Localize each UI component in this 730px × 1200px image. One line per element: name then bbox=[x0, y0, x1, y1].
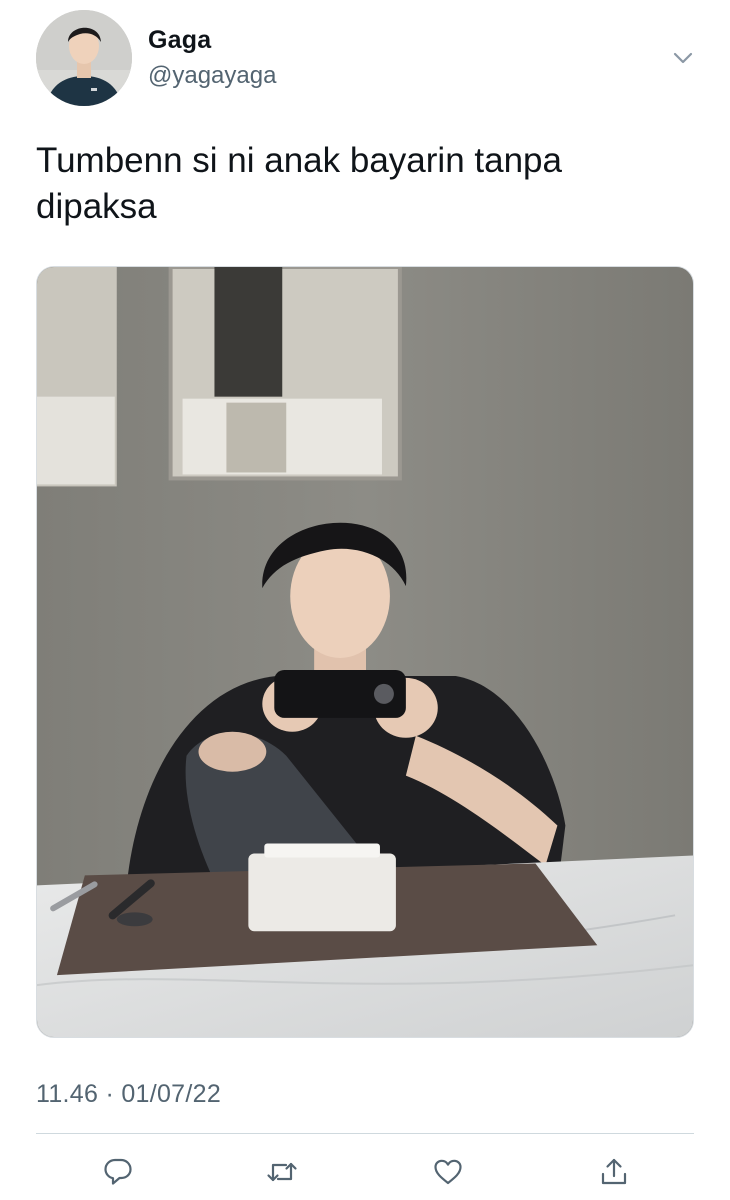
user-handle[interactable]: @yagayaga bbox=[148, 62, 276, 90]
share-icon bbox=[601, 1158, 627, 1185]
display-name[interactable]: Gaga bbox=[148, 26, 211, 55]
retweet-icon bbox=[267, 1162, 297, 1182]
avatar[interactable] bbox=[36, 10, 132, 106]
share-button[interactable] bbox=[594, 1152, 634, 1192]
like-button[interactable] bbox=[428, 1152, 468, 1192]
tweet-text: Tumbenn si ni anak bayarin tanpa dipaksa bbox=[36, 141, 562, 226]
heart-icon bbox=[434, 1159, 462, 1185]
reply-button[interactable] bbox=[98, 1152, 138, 1192]
divider bbox=[36, 1133, 694, 1134]
tweet-timestamp[interactable]: 11.46 · 01/07/22 bbox=[36, 1080, 221, 1109]
retweet-button[interactable] bbox=[262, 1152, 302, 1192]
chevron-down-icon[interactable] bbox=[668, 46, 698, 70]
tweet: Gaga @yagayaga Tumbenn si ni anak bayari… bbox=[0, 0, 730, 1200]
tweet-photo[interactable] bbox=[36, 266, 694, 1038]
avatar-image bbox=[36, 10, 132, 106]
reply-icon bbox=[104, 1158, 132, 1185]
photo-image bbox=[37, 267, 693, 1037]
